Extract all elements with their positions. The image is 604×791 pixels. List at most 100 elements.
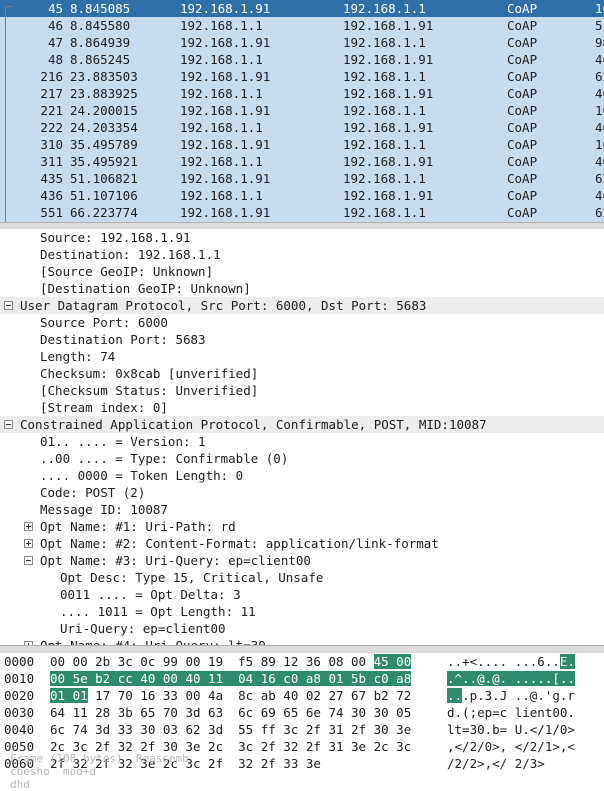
packet-number: 311: [40, 154, 63, 169]
packet-number: 217: [40, 86, 63, 101]
details-field-text: Message ID: 10087: [40, 502, 168, 517]
packet-source: 192.168.1.1: [180, 18, 263, 33]
packet-number: 222: [40, 120, 63, 135]
details-field-row[interactable]: 0011 .... = Opt Delta: 3: [0, 586, 604, 603]
packet-source: 192.168.1.91: [180, 69, 271, 84]
packet-details-pane[interactable]: Source: 192.168.1.91 Destination: 192.168…: [0, 229, 604, 645]
packet-length: 51: [595, 18, 604, 33]
packet-destination: 192.168.1.1: [343, 103, 426, 118]
details-field-text: [Checksum Status: Unverified]: [40, 383, 259, 398]
packet-protocol: CoAP: [507, 205, 538, 220]
details-field-row[interactable]: Source: 192.168.1.91: [0, 229, 604, 246]
details-field-row[interactable]: 01.. .... = Version: 1: [0, 433, 604, 450]
packet-row[interactable]: 45 8.845085 192.168.1.91 192.168.1.1 CoAP 108: [0, 0, 604, 17]
details-field-row[interactable]: Source Port: 6000: [0, 314, 604, 331]
packet-destination: 192.168.1.91: [343, 18, 434, 33]
packet-row[interactable]: 311 35.495921 192.168.1.1 192.168.1.91 CoAP 4…: [0, 153, 604, 170]
packet-row[interactable]: 222 24.203354 192.168.1.1 192.168.1.91 CoAP 4…: [0, 119, 604, 136]
packet-destination: 192.168.1.91: [343, 120, 434, 135]
details-field-text: Code: POST (2): [40, 485, 146, 500]
packet-row[interactable]: 48 8.865245 192.168.1.1 192.168.1.91 CoAP 46: [0, 51, 604, 68]
packet-destination: 192.168.1.1: [343, 171, 426, 186]
hex-highlight: 45 00: [373, 654, 412, 669]
packet-source: 192.168.1.1: [180, 52, 263, 67]
details-section-header[interactable]: Constrained Application Protocol, Confir…: [0, 416, 604, 433]
ascii-highlight: .^..@.@. .....[..: [447, 671, 575, 686]
packet-length: 46: [595, 120, 604, 135]
packet-row[interactable]: 551 66.223774 192.168.1.91 192.168.1.1 CoAP 6…: [0, 204, 604, 221]
details-field-text: [Destination GeoIP: Unknown]: [40, 281, 251, 296]
expand-icon[interactable]: [24, 539, 33, 548]
packet-row[interactable]: 46 8.845580 192.168.1.1 192.168.1.91 CoAP 51: [0, 17, 604, 34]
packet-number: 551: [40, 205, 63, 220]
details-field-text: Opt Name: #3: Uri-Query: ep=client00: [40, 553, 311, 568]
packet-destination: 192.168.1.1: [343, 35, 426, 50]
ascii-highlight: ..: [447, 688, 463, 703]
packet-number: 436: [40, 188, 63, 203]
details-field-row[interactable]: Code: POST (2): [0, 484, 604, 501]
packet-destination: 192.168.1.1: [343, 1, 426, 16]
packet-number: 435: [40, 171, 63, 186]
packet-list[interactable]: 55266.223977192.168.1.1192.168.1.91CoAP4…: [0, 0, 604, 222]
packet-row[interactable]: 47 8.864939 192.168.1.91 192.168.1.1 CoAP 98: [0, 34, 604, 51]
details-field-row[interactable]: Opt Desc: Type 15, Critical, Unsafe: [0, 569, 604, 586]
details-field-text: Destination: 192.168.1.1: [40, 247, 221, 262]
collapse-icon[interactable]: [24, 556, 33, 565]
packet-protocol: CoAP: [507, 1, 538, 16]
details-field-row[interactable]: [Stream index: 0]: [0, 399, 604, 416]
packet-protocol: CoAP: [507, 171, 538, 186]
packet-time: 51.106821: [70, 171, 138, 186]
collapse-icon[interactable]: [4, 420, 13, 429]
details-field-row[interactable]: [Source GeoIP: Unknown]: [0, 263, 604, 280]
details-field-row[interactable]: .... 0000 = Token Length: 0: [0, 467, 604, 484]
packet-number: 216: [40, 69, 63, 84]
expand-icon[interactable]: [24, 522, 33, 531]
ascii-text: d.(;ep=c lient00.: [447, 705, 575, 720]
packet-length: 100: [595, 103, 604, 118]
bytes-hex: 64 11 28 3b 65 70 3d 63 6c 69 65 6e 74 3…: [50, 704, 411, 721]
packet-row[interactable]: 217 23.883925 192.168.1.1 192.168.1.91 CoAP 4…: [0, 85, 604, 102]
tree-connector: [5, 6, 6, 222]
packet-row[interactable]: 435 51.106821 192.168.1.91 192.168.1.1 CoAP 6…: [0, 170, 604, 187]
packet-source: 192.168.1.91: [180, 35, 271, 50]
packet-time: 24.203354: [70, 120, 138, 135]
packet-protocol: CoAP: [507, 18, 538, 33]
packet-protocol: CoAP: [507, 52, 538, 67]
bytes-ascii: lt=30.b= U.</1/0>: [447, 721, 575, 738]
packet-row[interactable]: 436 51.107106 192.168.1.1 192.168.1.91 CoAP 4…: [0, 187, 604, 204]
details-field-row[interactable]: Opt Name: #1: Uri-Path: rd: [0, 518, 604, 535]
packet-row[interactable]: 310 35.495789 192.168.1.91 192.168.1.1 CoAP 1…: [0, 136, 604, 153]
details-field-row[interactable]: Opt Name: #2: Content-Format: applicatio…: [0, 535, 604, 552]
packet-length: 62: [595, 69, 604, 84]
hex-text: 6c 74 3d 33 30 03 62 3d 55 ff 3c 2f 31 2…: [50, 722, 412, 737]
details-field-row[interactable]: Length: 74: [0, 348, 604, 365]
details-field-row[interactable]: Opt Name: #3: Uri-Query: ep=client00: [0, 552, 604, 569]
packet-length: 46: [595, 52, 604, 67]
ascii-text: ,</2/0>, </2/1>,<: [447, 739, 575, 754]
details-field-row[interactable]: [Destination GeoIP: Unknown]: [0, 280, 604, 297]
details-field-text: Uri-Query: ep=client00: [60, 621, 226, 636]
packet-source: 192.168.1.91: [180, 1, 271, 16]
details-field-text: Checksum: 0x8cab [unverified]: [40, 366, 259, 381]
packet-row[interactable]: 216 23.883503 192.168.1.91 192.168.1.1 CoAP 6…: [0, 68, 604, 85]
details-field-row[interactable]: Destination: 192.168.1.1: [0, 246, 604, 263]
details-field-row[interactable]: Uri-Query: ep=client00: [0, 620, 604, 637]
details-field-row[interactable]: .... 1011 = Opt Length: 11: [0, 603, 604, 620]
details-field-text: Source Port: 6000: [40, 315, 168, 330]
packet-protocol: CoAP: [507, 103, 538, 118]
collapse-icon[interactable]: [4, 301, 13, 310]
packet-length: 62: [595, 171, 604, 186]
details-field-row[interactable]: ..00 .... = Type: Confirmable (0): [0, 450, 604, 467]
details-field-row[interactable]: Opt Name: #4: Uri-Query: lt=30: [0, 637, 604, 645]
packet-row[interactable]: 221 24.200015 192.168.1.91 192.168.1.1 CoAP 1…: [0, 102, 604, 119]
details-field-text: Opt Name: #2: Content-Format: applicatio…: [40, 536, 439, 551]
details-field-row[interactable]: [Checksum Status: Unverified]: [0, 382, 604, 399]
packet-destination: 192.168.1.1: [343, 69, 426, 84]
details-field-row[interactable]: Destination Port: 5683: [0, 331, 604, 348]
details-section-header[interactable]: User Datagram Protocol, Src Port: 6000, …: [0, 297, 604, 314]
details-field-row[interactable]: Message ID: 10087: [0, 501, 604, 518]
packet-time: 8.865245: [70, 52, 131, 67]
details-field-text: Source: 192.168.1.91: [40, 230, 191, 245]
details-field-text: .... 0000 = Token Length: 0: [40, 468, 244, 483]
details-field-row[interactable]: Checksum: 0x8cab [unverified]: [0, 365, 604, 382]
